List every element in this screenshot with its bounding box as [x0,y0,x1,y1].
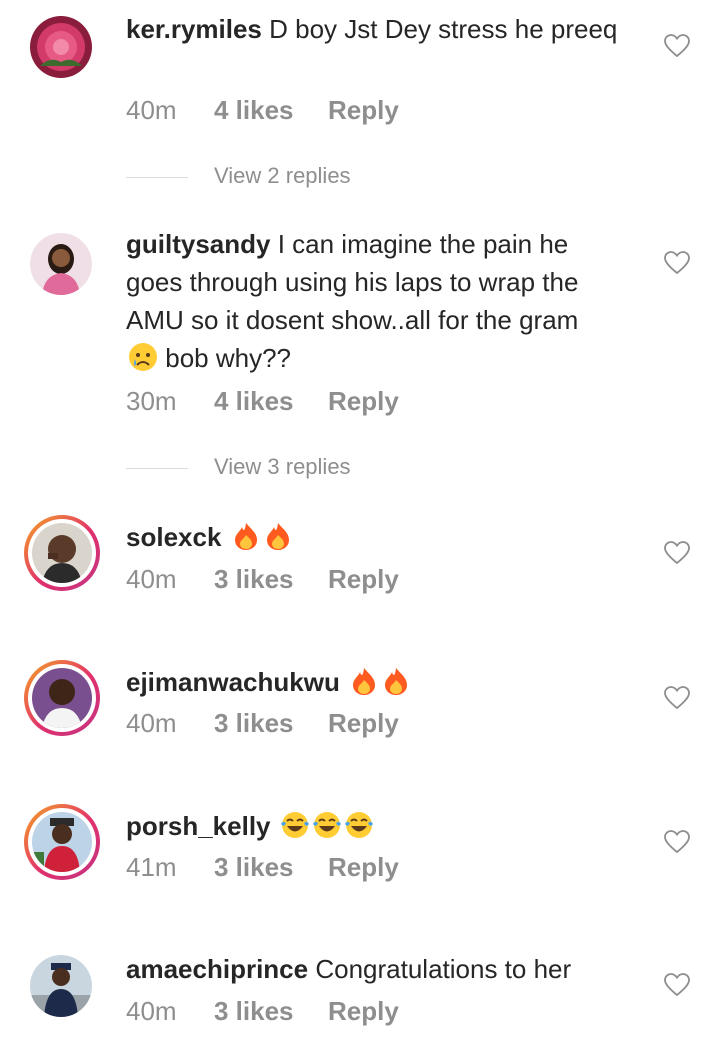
avatar-image [32,523,92,583]
comment-meta: 40m 3 likes Reply [126,708,399,739]
avatar[interactable] [24,804,100,880]
comment-time: 41m [126,852,177,882]
comment-text: porsh_kelly [126,807,626,845]
reply-button[interactable]: Reply [328,95,399,126]
avatar-image [32,668,92,728]
comment-likes[interactable]: 4 likes [214,386,328,417]
avatar[interactable] [30,233,92,295]
reply-button[interactable]: Reply [328,386,399,417]
reply-button[interactable]: Reply [328,564,399,595]
comment-likes[interactable]: 3 likes [214,996,328,1027]
comment-username[interactable]: ejimanwachukwu [126,667,340,697]
heart-icon[interactable] [664,34,690,58]
comment-username[interactable]: porsh_kelly [126,811,271,841]
avatar-image [32,812,92,872]
divider [126,468,188,469]
comment-time: 40m [126,564,177,594]
fire-icon [381,666,411,696]
heart-icon[interactable] [664,541,690,565]
comment-time: 40m [126,996,177,1026]
comment-time: 40m [126,95,177,125]
comment-body: D boy Jst Dey stress he preeq [269,14,618,44]
comment-text: amaechiprince Congratulations to her [126,950,626,988]
comment-meta: 40m 4 likes Reply [126,95,399,126]
comment-likes[interactable]: 3 likes [214,708,328,739]
view-replies-label[interactable]: View 3 replies [214,454,351,480]
comment-likes[interactable]: 4 likes [214,95,328,126]
tears-of-joy-icon [280,810,310,840]
divider [126,177,188,178]
comment-meta: 40m 3 likes Reply [126,996,399,1027]
fire-icon [263,521,293,551]
heart-icon[interactable] [664,830,690,854]
comment-meta: 40m 3 likes Reply [126,564,399,595]
comment-time: 30m [126,386,177,416]
comment-username[interactable]: solexck [126,522,221,552]
tears-of-joy-icon [344,810,374,840]
tears-of-joy-icon [312,810,342,840]
avatar[interactable] [30,955,92,1017]
sad-tear-icon [128,342,158,372]
comment-time: 40m [126,708,177,738]
comment-text: guiltysandy I can imagine the pain he go… [126,225,626,377]
reply-button[interactable]: Reply [328,708,399,739]
heart-icon[interactable] [664,251,690,275]
avatar[interactable] [24,660,100,736]
reply-button[interactable]: Reply [328,996,399,1027]
comment-body: Congratulations to her [315,954,572,984]
avatar[interactable] [24,515,100,591]
comment-username[interactable]: amaechiprince [126,954,308,984]
comment-body-continued: bob why?? [165,343,291,373]
comment-text: ker.rymiles D boy Jst Dey stress he pree… [126,10,626,48]
fire-icon [349,666,379,696]
comment-likes[interactable]: 3 likes [214,852,328,883]
fire-icon [231,521,261,551]
comment-username[interactable]: ker.rymiles [126,14,262,44]
heart-icon[interactable] [664,973,690,997]
comment-meta: 41m 3 likes Reply [126,852,399,883]
comment-text: solexck [126,518,626,556]
comment-text: ejimanwachukwu [126,663,626,701]
comment-meta: 30m 4 likes Reply [126,386,399,417]
heart-icon[interactable] [664,686,690,710]
comment-likes[interactable]: 3 likes [214,564,328,595]
avatar[interactable] [30,16,92,78]
view-replies-label[interactable]: View 2 replies [214,163,351,189]
reply-button[interactable]: Reply [328,852,399,883]
comment-username[interactable]: guiltysandy [126,229,270,259]
